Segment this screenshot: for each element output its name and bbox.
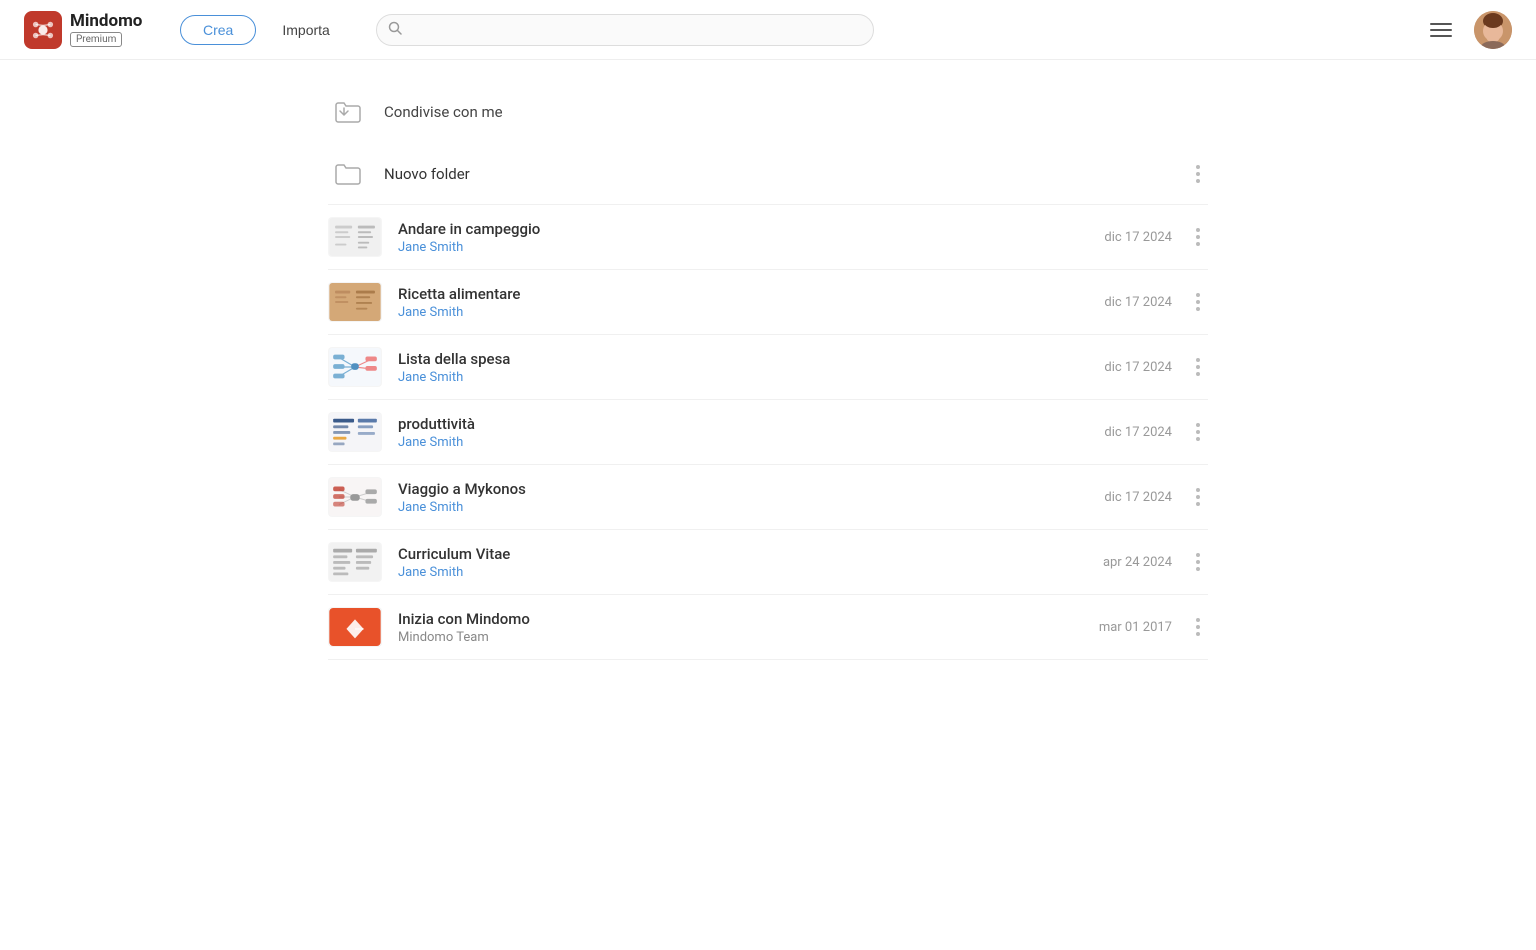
map-author-ricetta-alimentare: Jane Smith	[398, 305, 1056, 320]
map-date-viaggio-mykonos: dic 17 2024	[1072, 490, 1172, 505]
importa-button[interactable]: Importa	[272, 16, 339, 44]
hamburger-menu[interactable]	[1424, 17, 1458, 43]
map-menu-button-curriculum-vitae[interactable]	[1188, 549, 1208, 575]
search-input[interactable]	[376, 14, 874, 46]
header: Mindomo Premium Crea Importa	[0, 0, 1536, 60]
map-thumbnail-curriculum-vitae	[328, 542, 382, 582]
map-row-produttivita[interactable]: produttività Jane Smith dic 17 2024	[328, 400, 1208, 465]
new-folder-label[interactable]: Nuovo folder	[384, 165, 1172, 183]
avatar-image	[1474, 11, 1512, 49]
logo-name: Mindomo	[70, 12, 142, 31]
map-list: Andare in campeggio Jane Smith dic 17 20…	[328, 205, 1208, 660]
map-title-andare-campeggio: Andare in campeggio	[398, 220, 1056, 238]
map-thumbnail-lista-spesa	[328, 347, 382, 387]
map-author-andare-campeggio: Jane Smith	[398, 240, 1056, 255]
map-title-curriculum-vitae: Curriculum Vitae	[398, 545, 1056, 563]
map-info-viaggio-mykonos: Viaggio a Mykonos Jane Smith	[398, 480, 1056, 515]
shared-section-row: Condivise con me	[328, 80, 1208, 144]
map-menu-button-lista-spesa[interactable]	[1188, 354, 1208, 380]
crea-button[interactable]: Crea	[180, 15, 256, 45]
map-info-inizia-mindomo: Inizia con Mindomo Mindomo Team	[398, 610, 1056, 645]
map-menu-button-inizia-mindomo[interactable]	[1188, 614, 1208, 640]
map-date-lista-spesa: dic 17 2024	[1072, 360, 1172, 375]
map-row-ricetta-alimentare[interactable]: Ricetta alimentare Jane Smith dic 17 202…	[328, 270, 1208, 335]
map-date-inizia-mindomo: mar 01 2017	[1072, 620, 1172, 635]
new-folder-menu-button[interactable]	[1188, 161, 1208, 187]
map-thumbnail-viaggio-mykonos	[328, 477, 382, 517]
map-info-curriculum-vitae: Curriculum Vitae Jane Smith	[398, 545, 1056, 580]
map-author-lista-spesa: Jane Smith	[398, 370, 1056, 385]
premium-badge: Premium	[70, 32, 122, 47]
map-date-produttivita: dic 17 2024	[1072, 425, 1172, 440]
new-folder-icon	[328, 154, 368, 194]
map-info-andare-campeggio: Andare in campeggio Jane Smith	[398, 220, 1056, 255]
map-date-ricetta-alimentare: dic 17 2024	[1072, 295, 1172, 310]
map-title-lista-spesa: Lista della spesa	[398, 350, 1056, 368]
hamburger-line-2	[1430, 29, 1452, 31]
map-menu-button-produttivita[interactable]	[1188, 419, 1208, 445]
map-date-curriculum-vitae: apr 24 2024	[1072, 555, 1172, 570]
map-menu-button-andare-campeggio[interactable]	[1188, 224, 1208, 250]
hamburger-line-3	[1430, 35, 1452, 37]
map-title-produttivita: produttività	[398, 415, 1056, 433]
shared-folder-icon	[328, 92, 368, 132]
logo-text-group: Mindomo Premium	[70, 12, 142, 48]
logo-area: Mindomo Premium	[24, 11, 164, 49]
map-row-andare-campeggio[interactable]: Andare in campeggio Jane Smith dic 17 20…	[328, 205, 1208, 270]
map-title-inizia-mindomo: Inizia con Mindomo	[398, 610, 1056, 628]
map-menu-button-viaggio-mykonos[interactable]	[1188, 484, 1208, 510]
map-row-curriculum-vitae[interactable]: Curriculum Vitae Jane Smith apr 24 2024	[328, 530, 1208, 595]
hamburger-line-1	[1430, 23, 1452, 25]
map-thumbnail-ricetta-alimentare	[328, 282, 382, 322]
map-thumbnail-inizia-mindomo	[328, 607, 382, 647]
map-info-lista-spesa: Lista della spesa Jane Smith	[398, 350, 1056, 385]
map-title-ricetta-alimentare: Ricetta alimentare	[398, 285, 1056, 303]
map-row-inizia-mindomo[interactable]: Inizia con Mindomo Mindomo Team mar 01 2…	[328, 595, 1208, 660]
map-title-viaggio-mykonos: Viaggio a Mykonos	[398, 480, 1056, 498]
map-row-lista-spesa[interactable]: Lista della spesa Jane Smith dic 17 2024	[328, 335, 1208, 400]
map-menu-button-ricetta-alimentare[interactable]	[1188, 289, 1208, 315]
map-row-viaggio-mykonos[interactable]: Viaggio a Mykonos Jane Smith dic 17 2024	[328, 465, 1208, 530]
map-thumbnail-produttivita	[328, 412, 382, 452]
map-author-produttivita: Jane Smith	[398, 435, 1056, 450]
avatar[interactable]	[1474, 11, 1512, 49]
map-author-viaggio-mykonos: Jane Smith	[398, 500, 1056, 515]
map-info-ricetta-alimentare: Ricetta alimentare Jane Smith	[398, 285, 1056, 320]
new-folder-row: Nuovo folder	[328, 144, 1208, 205]
map-date-andare-campeggio: dic 17 2024	[1072, 230, 1172, 245]
search-icon	[388, 21, 402, 39]
map-author-curriculum-vitae: Jane Smith	[398, 565, 1056, 580]
map-info-produttivita: produttività Jane Smith	[398, 415, 1056, 450]
main-content: Condivise con me Nuovo folder	[288, 60, 1248, 680]
logo-icon	[24, 11, 62, 49]
map-author-inizia-mindomo: Mindomo Team	[398, 630, 1056, 645]
map-thumbnail-andare-campeggio	[328, 217, 382, 257]
shared-label[interactable]: Condivise con me	[384, 103, 1208, 121]
search-bar	[376, 14, 874, 46]
